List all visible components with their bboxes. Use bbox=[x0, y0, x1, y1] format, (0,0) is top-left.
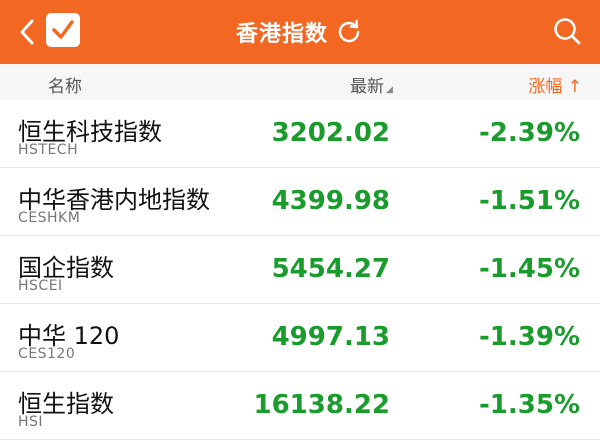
refresh-icon bbox=[338, 19, 360, 43]
index-code: HSCEI bbox=[18, 278, 63, 294]
index-change: -2.39% bbox=[479, 118, 580, 148]
index-list: 恒生科技指数 HSTECH 3202.02 -2.39% 中华香港内地指数 CE… bbox=[0, 100, 600, 440]
index-price: 4399.98 bbox=[271, 186, 390, 216]
app-header: 香港指数 bbox=[0, 0, 600, 64]
list-item[interactable]: 国企指数 HSCEI 5454.27 -1.45% bbox=[0, 236, 600, 304]
column-latest-label: 最新 bbox=[350, 77, 384, 97]
index-code: CESHKM bbox=[18, 210, 81, 226]
index-price: 3202.02 bbox=[271, 118, 390, 148]
column-latest-sort[interactable]: 最新 ◢ bbox=[350, 72, 393, 97]
index-code: HSI bbox=[18, 414, 44, 430]
page-title: 香港指数 bbox=[235, 22, 328, 47]
title-area: 香港指数 bbox=[0, 0, 600, 64]
index-price: 4997.13 bbox=[271, 322, 390, 352]
index-change: -1.51% bbox=[479, 186, 580, 216]
column-change-sort[interactable]: 涨幅 ↑ bbox=[528, 72, 582, 97]
index-price: 5454.27 bbox=[271, 254, 390, 284]
list-item[interactable]: 恒生指数 HSI 16138.22 -1.35% bbox=[0, 372, 600, 440]
column-header: 名称 最新 ◢ 涨幅 ↑ bbox=[0, 64, 600, 100]
refresh-button[interactable] bbox=[336, 18, 364, 46]
index-code: CES120 bbox=[18, 346, 76, 362]
sort-indicator-icon: ◢ bbox=[386, 85, 393, 95]
search-icon bbox=[554, 18, 581, 45]
list-item[interactable]: 恒生科技指数 HSTECH 3202.02 -2.39% bbox=[0, 100, 600, 168]
column-change-label: 涨幅 bbox=[528, 77, 563, 97]
index-change: -1.35% bbox=[479, 390, 580, 420]
column-name-label: 名称 bbox=[48, 77, 82, 97]
search-button[interactable] bbox=[552, 16, 582, 46]
index-code: HSTECH bbox=[18, 142, 79, 158]
list-item[interactable]: 中华香港内地指数 CESHKM 4399.98 -1.51% bbox=[0, 168, 600, 236]
list-item[interactable]: 中华 120 CES120 4997.13 -1.39% bbox=[0, 304, 600, 372]
index-price: 16138.22 bbox=[253, 390, 390, 420]
sort-arrow-up-icon: ↑ bbox=[567, 77, 582, 97]
index-change: -1.39% bbox=[479, 322, 580, 352]
index-change: -1.45% bbox=[479, 254, 580, 284]
